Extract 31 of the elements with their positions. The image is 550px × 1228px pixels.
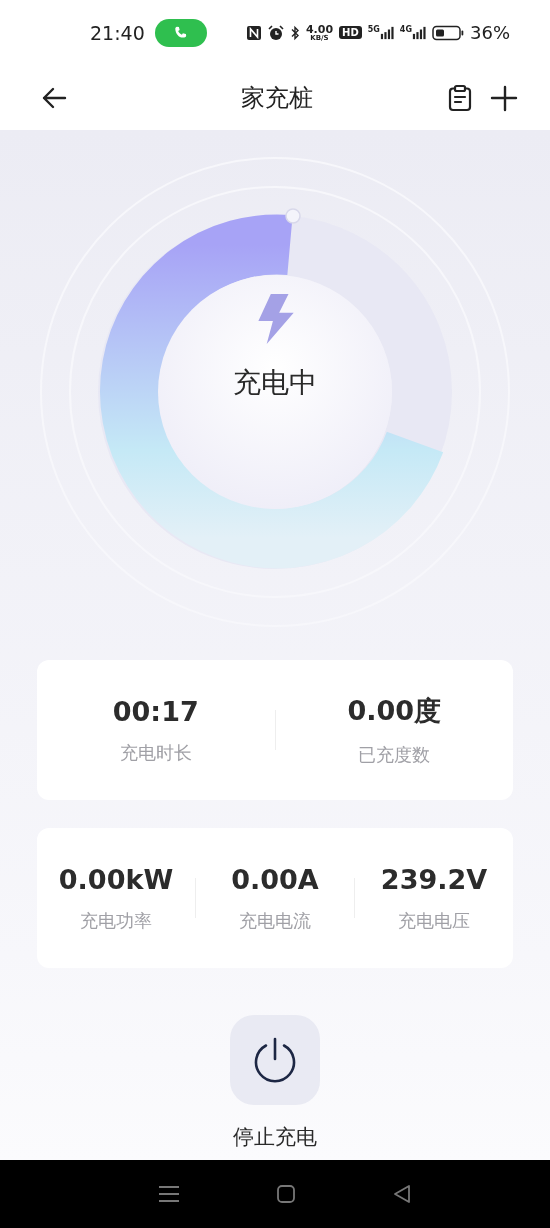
back-icon[interactable] [392, 1184, 412, 1204]
metric-value: 0.00A [231, 863, 319, 895]
bluetooth-icon [289, 24, 300, 41]
stop-charging-label: 停止充电 [233, 1124, 317, 1151]
network-speed: 4.00 [305, 23, 334, 35]
battery-icon [432, 24, 464, 41]
metric-value: 239.2V [380, 863, 488, 895]
metric-label: 充电时长 [119, 740, 192, 765]
alarm-icon [267, 24, 284, 41]
page-title: 家充桩 [240, 82, 314, 114]
plus-icon [490, 83, 518, 112]
signal-icon [412, 24, 426, 41]
stop-charging-button[interactable] [230, 1015, 320, 1105]
metric-value: 0.00kW [58, 863, 174, 895]
charging-status: 充电中 [233, 365, 317, 401]
signal-icon [379, 24, 394, 41]
clock: 21:40 [90, 21, 145, 44]
nfc-icon [245, 24, 262, 41]
metric-value: 0.00度 [347, 694, 442, 728]
metric-label: 充电电压 [398, 908, 470, 933]
network-type: 4G [399, 24, 412, 34]
menu-icon[interactable] [158, 1185, 180, 1203]
metric-label: 充电功率 [80, 908, 152, 933]
home-icon[interactable] [276, 1184, 296, 1204]
clipboard-icon [446, 83, 474, 112]
metric-label: 充电电流 [239, 908, 311, 933]
network-type: 5G [367, 24, 380, 34]
metric-label: 已充度数 [358, 743, 431, 767]
metric-value: 00:17 [112, 695, 199, 727]
hd-badge: HD [339, 26, 362, 39]
battery-level: 36% [470, 22, 510, 43]
